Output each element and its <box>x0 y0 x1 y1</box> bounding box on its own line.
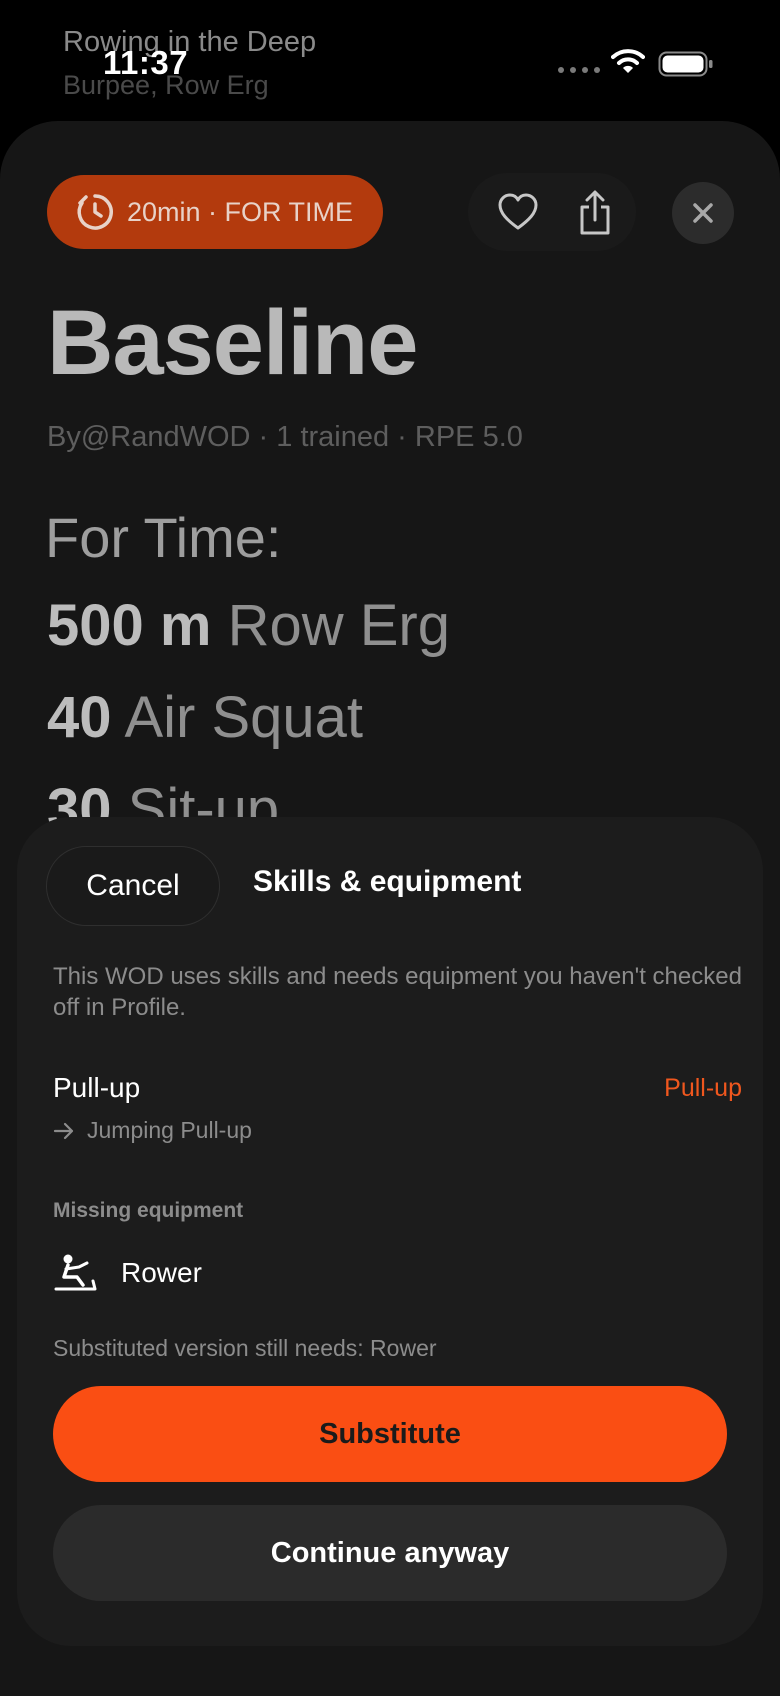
duration-badge: 20min · FOR TIME <box>47 175 383 249</box>
continue-anyway-button[interactable]: Continue anyway <box>53 1505 727 1601</box>
close-button[interactable] <box>672 182 734 244</box>
workout-meta: By@RandWOD · 1 trained · RPE 5.0 <box>47 421 523 453</box>
skill-name: Pull-up <box>53 1072 141 1103</box>
arrow-right-icon <box>53 1122 74 1139</box>
cancel-button[interactable]: Cancel <box>46 846 220 926</box>
wifi-icon <box>611 49 645 73</box>
missing-equipment-heading: Missing equipment <box>53 1199 244 1222</box>
share-icon[interactable] <box>576 190 614 236</box>
skill-substitute: Jumping Pull-up <box>53 1117 252 1144</box>
skill-tag[interactable]: Pull-up <box>664 1074 742 1103</box>
sheet-description: This WOD uses skills and needs equipment… <box>53 963 742 1021</box>
still-needs-note: Substituted version still needs: Rower <box>53 1335 437 1361</box>
battery-icon <box>658 51 713 77</box>
workout-title: Baseline <box>47 292 418 394</box>
now-playing-title: Rowing in the Deep <box>63 26 317 58</box>
rower-icon <box>54 1254 97 1291</box>
movement-row: 40 Air Squat <box>47 685 364 750</box>
duration-label: 20min · FOR TIME <box>127 196 354 227</box>
close-icon <box>693 203 713 223</box>
heart-icon[interactable] <box>497 192 539 232</box>
equipment-name: Rower <box>121 1257 202 1288</box>
skills-equipment-sheet: Cancel Skills & equipment This WOD uses … <box>17 817 763 1646</box>
equipment-item: Rower <box>53 1253 202 1293</box>
status-time: 11:37 <box>103 44 189 81</box>
cellular-signal-icon <box>558 67 600 73</box>
movement-row: 500 m Row Erg <box>47 593 450 658</box>
substitute-button[interactable]: Substitute <box>53 1386 727 1482</box>
sheet-title: Skills & equipment <box>253 865 522 898</box>
workout-format: For Time: <box>45 506 282 569</box>
substitute-label: Jumping Pull-up <box>87 1117 252 1143</box>
timer-icon <box>77 194 113 230</box>
